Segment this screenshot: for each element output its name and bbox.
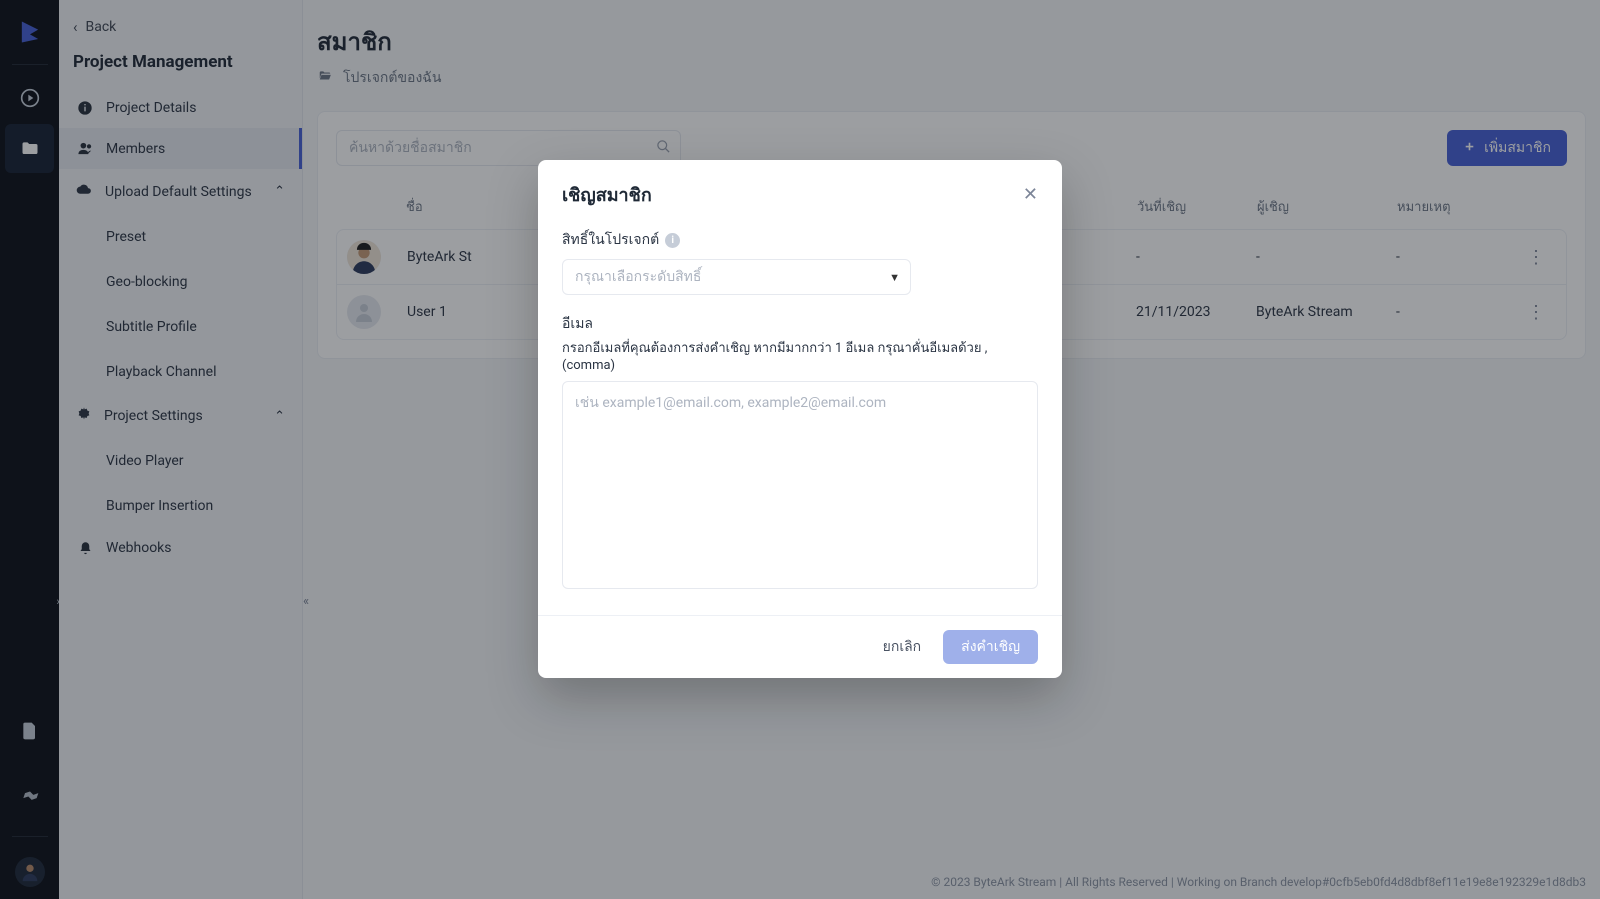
modal-overlay[interactable]: เชิญสมาชิก ✕ สิทธิ์ในโปรเจกต์ i กรุณาเลื… xyxy=(0,0,1600,899)
email-label: อีเมล xyxy=(562,313,1038,335)
email-hint: กรอกอีเมลที่คุณต้องการส่งคำเชิญ หากมีมาก… xyxy=(562,337,1038,373)
modal-title: เชิญสมาชิก xyxy=(562,180,652,209)
close-icon[interactable]: ✕ xyxy=(1023,184,1038,205)
cancel-button[interactable]: ยกเลิก xyxy=(873,630,932,664)
caret-down-icon: ▼ xyxy=(889,271,900,284)
permission-select[interactable]: กรุณาเลือกระดับสิทธิ์ ▼ xyxy=(562,259,911,295)
modal-footer: ยกเลิก ส่งคำเชิญ xyxy=(538,615,1062,678)
modal-body: สิทธิ์ในโปรเจกต์ i กรุณาเลือกระดับสิทธิ์… xyxy=(538,223,1062,615)
send-invite-button[interactable]: ส่งคำเชิญ xyxy=(943,630,1038,664)
email-textarea[interactable] xyxy=(562,381,1038,589)
permission-label: สิทธิ์ในโปรเจกต์ i xyxy=(562,229,1038,251)
select-placeholder: กรุณาเลือกระดับสิทธิ์ xyxy=(575,266,701,288)
info-icon[interactable]: i xyxy=(665,233,680,248)
invite-modal: เชิญสมาชิก ✕ สิทธิ์ในโปรเจกต์ i กรุณาเลื… xyxy=(538,160,1062,678)
modal-header: เชิญสมาชิก ✕ xyxy=(538,160,1062,223)
